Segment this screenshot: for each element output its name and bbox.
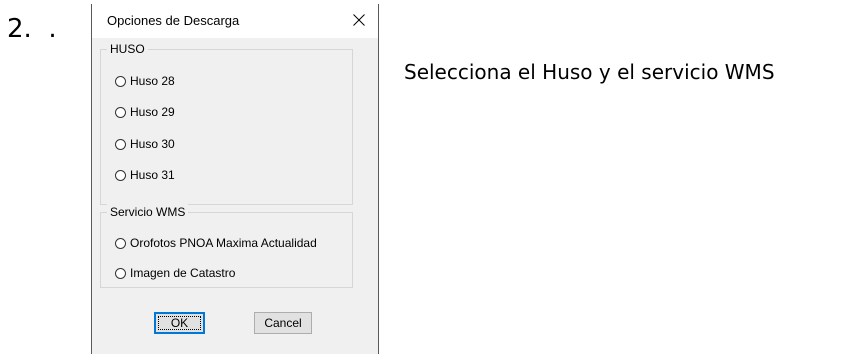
radio-imagen-catastro[interactable]: Imagen de Catastro [115,266,235,281]
step-marker: . [48,14,57,44]
huso-group: HUSO Huso 28 Huso 29 Huso 30 Huso 31 [100,41,353,205]
cancel-button[interactable]: Cancel [254,312,312,334]
radio-label: Huso 29 [130,105,175,119]
radio-circle [115,107,126,118]
radio-orofotos-pnoa[interactable]: Orofotos PNOA Maxima Actualidad [115,236,317,251]
step-number-text: 2. [7,14,32,44]
radio-label: Huso 31 [130,168,175,182]
radio-label: Huso 28 [130,74,175,88]
ok-button-label: OK [170,316,189,330]
radio-huso-30[interactable]: Huso 30 [115,137,175,152]
huso-group-label: HUSO [107,41,148,57]
step-number: 2. . [7,14,57,44]
radio-huso-31[interactable]: Huso 31 [115,168,175,183]
wms-group-label: Servicio WMS [107,204,189,220]
radio-label: Huso 30 [130,137,175,151]
close-button[interactable] [344,7,374,33]
radio-circle [115,76,126,87]
download-options-dialog: Opciones de Descarga HUSO Huso 28 Huso 2… [91,4,379,354]
radio-circle [115,268,126,279]
radio-circle [115,238,126,249]
radio-huso-29[interactable]: Huso 29 [115,105,175,120]
dialog-title: Opciones de Descarga [107,13,240,28]
ok-button[interactable]: OK [154,312,205,334]
radio-circle [115,139,126,150]
close-icon [353,14,365,26]
cancel-button-label: Cancel [264,316,302,330]
radio-label: Imagen de Catastro [130,266,236,280]
wms-group: Servicio WMS Orofotos PNOA Maxima Actual… [100,204,353,288]
instruction-text: Selecciona el Huso y el servicio WMS [404,60,775,84]
radio-huso-28[interactable]: Huso 28 [115,74,175,89]
dialog-titlebar: Opciones de Descarga [92,4,378,38]
radio-circle [115,170,126,181]
step-spacer [32,14,49,44]
radio-label: Orofotos PNOA Maxima Actualidad [130,236,317,250]
